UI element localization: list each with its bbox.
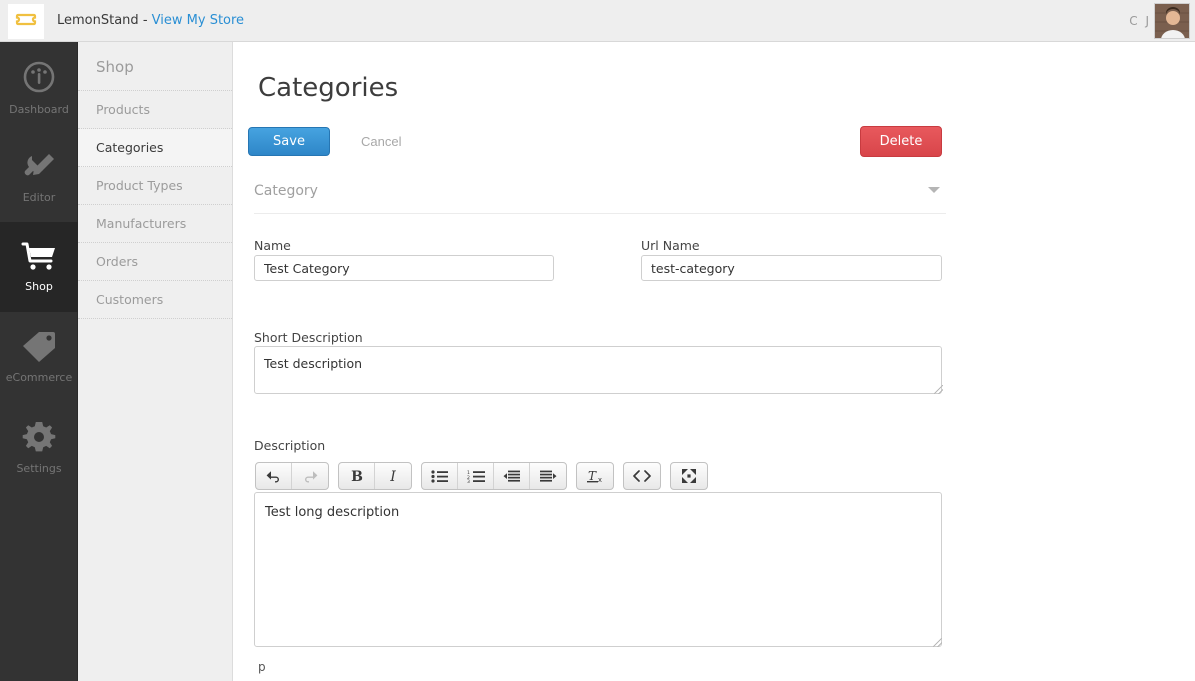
toolbar-group-fullscreen [670,462,708,490]
undo-icon[interactable] [256,463,292,489]
sidebar-item-shop[interactable]: Shop [0,222,78,312]
outdent-icon[interactable] [494,463,530,489]
page-title: Categories [258,73,399,103]
url-name-input[interactable] [641,255,942,281]
sidebar-item-manufacturers[interactable]: Manufacturers [78,205,232,243]
secondary-sidebar: Shop Products Categories Product Types M… [78,42,233,681]
svg-text:I: I [389,469,396,484]
unordered-list-icon[interactable] [422,463,458,489]
sidebar-item-product-types[interactable]: Product Types [78,167,232,205]
delete-button[interactable]: Delete [860,126,942,157]
top-header-bar: LemonStand - View My Store C J [0,0,1195,42]
wrench-pencil-icon [20,150,58,184]
secondary-sidebar-title: Shop [78,42,232,91]
toolbar-group-lists: 1 2 3 [421,462,567,490]
brand-separator: - [142,13,148,28]
url-name-label: Url Name [641,238,700,253]
sidebar-item-orders[interactable]: Orders [78,243,232,281]
price-tag-icon [21,330,57,364]
sidebar-item-customers[interactable]: Customers [78,281,232,319]
toolbar-group-style: B I [338,462,412,490]
gear-icon [21,419,57,455]
sidebar-item-label: eCommerce [5,371,73,384]
primary-sidebar: Dashboard Editor Shop eCommerce Settings [0,42,78,681]
short-description-textarea[interactable]: Test description [254,346,942,394]
toolbar-group-clear: T x [576,462,614,490]
fullscreen-icon[interactable] [671,463,707,489]
sidebar-item-dashboard[interactable]: Dashboard [0,42,78,132]
save-button[interactable]: Save [248,127,330,156]
cancel-button[interactable]: Cancel [361,134,401,149]
name-input[interactable] [254,255,554,281]
clear-formatting-icon[interactable]: T x [577,463,613,489]
dashboard-gauge-icon [20,58,58,96]
svg-text:3: 3 [467,479,470,483]
ordered-list-icon[interactable]: 1 2 3 [458,463,494,489]
category-section-header[interactable]: Category [254,180,946,214]
toolbar-group-history [255,462,329,490]
brand-title: LemonStand - View My Store [57,13,244,28]
chevron-down-icon[interactable] [928,187,940,193]
main-content: Categories Save Cancel Delete Category N… [233,42,1195,681]
view-my-store-link[interactable]: View My Store [152,13,244,28]
bold-icon[interactable]: B [339,463,375,489]
sidebar-item-categories[interactable]: Categories [78,129,232,167]
section-header-label: Category [254,183,318,199]
svg-text:x: x [598,476,602,484]
sidebar-item-settings[interactable]: Settings [0,402,78,492]
svg-text:T: T [588,469,597,483]
description-label: Description [254,438,326,453]
name-label: Name [254,238,291,253]
rich-text-editor-toolbar: B I 1 2 3 T x [255,462,708,490]
short-description-label: Short Description [254,330,363,345]
description-editor[interactable]: Test long description [254,492,942,647]
sidebar-item-label: Editor [22,191,56,204]
sidebar-item-label: Settings [16,462,62,475]
sidebar-item-ecommerce[interactable]: eCommerce [0,312,78,402]
sidebar-item-label: Shop [25,280,53,293]
sidebar-item-products[interactable]: Products [78,91,232,129]
sidebar-item-label: Dashboard [9,103,69,116]
italic-icon[interactable]: I [375,463,411,489]
avatar[interactable] [1154,3,1190,39]
user-initials: C J [1129,14,1151,28]
editor-element-path: p [258,660,266,674]
svg-text:B: B [351,469,363,484]
indent-icon[interactable] [530,463,566,489]
lemonstand-logo-icon[interactable] [8,4,44,39]
toolbar-group-code [623,462,661,490]
sidebar-item-editor[interactable]: Editor [0,132,78,222]
brand-name: LemonStand [57,13,139,28]
shopping-cart-icon [19,241,59,273]
code-view-icon[interactable] [624,463,660,489]
redo-icon[interactable] [292,463,328,489]
